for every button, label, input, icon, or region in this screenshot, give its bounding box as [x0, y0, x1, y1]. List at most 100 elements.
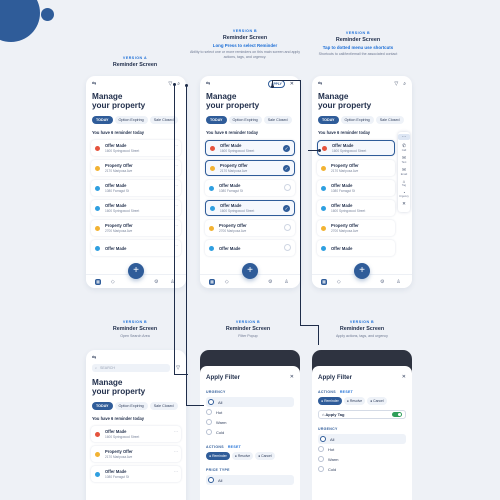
list-item[interactable]: Property Offer 2170 Mariposa Ave	[317, 160, 395, 177]
swap-icon[interactable]: ⇆	[318, 81, 322, 87]
close-icon[interactable]: ✕	[402, 375, 406, 380]
list-item[interactable]: Property Offer 2700 Mariposa Ave	[205, 220, 295, 237]
home-icon[interactable]: ▦	[209, 278, 215, 285]
check-icon[interactable]: ✓	[283, 165, 290, 173]
more-icon[interactable]: ⋯	[174, 429, 178, 434]
settings-icon[interactable]: ⚙	[152, 279, 161, 285]
tab-sale-closed[interactable]: Sale Closed	[263, 116, 292, 125]
swap-icon[interactable]: ⇆	[92, 81, 96, 87]
close-icon[interactable]: ✕	[290, 81, 294, 87]
list-item[interactable]: Offer Made 1080 Farragut St ⋯	[91, 180, 181, 197]
tag-icon[interactable]: ◇	[108, 279, 117, 285]
page-title: Manage your property	[318, 92, 372, 111]
checkbox-icon[interactable]	[284, 184, 291, 192]
list-item[interactable]: Offer Made 1600 Springwood Street ✓	[205, 200, 295, 217]
tab-option-expiring[interactable]: Option Expiring	[340, 116, 374, 125]
tab-today[interactable]: TODAY	[206, 116, 227, 125]
add-button[interactable]: +	[128, 263, 144, 279]
list-item[interactable]: Offer Made	[205, 240, 295, 257]
urgency-option-all[interactable]: All	[318, 434, 406, 444]
list-item[interactable]: Property Offer 2170 Mariposa Ave ⋯	[91, 446, 181, 463]
home-icon[interactable]: ▦	[95, 278, 101, 285]
list-item[interactable]: Property Offer 2700 Mariposa Ave	[317, 220, 395, 237]
tab-today[interactable]: TODAY	[92, 116, 113, 125]
urgency-option-cold[interactable]: Cold	[318, 464, 406, 474]
settings-icon[interactable]: ⚙	[378, 279, 387, 285]
shortcut-close[interactable]: ✕	[398, 201, 410, 207]
tab-sale-closed[interactable]: Sale Closed	[375, 116, 404, 125]
add-button[interactable]: +	[242, 263, 258, 279]
chip-resolve[interactable]: ● Resolve	[343, 397, 366, 405]
filter-icon[interactable]: ▽	[176, 365, 180, 371]
profile-icon[interactable]: ♙	[282, 279, 291, 285]
filter-icon[interactable]: ▽	[168, 81, 172, 87]
urgency-option-cold[interactable]: Cold	[206, 427, 294, 437]
profile-icon[interactable]: ♙	[394, 279, 403, 285]
chip-cancel[interactable]: ● Cancel	[255, 452, 275, 460]
list-item[interactable]: Offer Made 1600 Springwood Street ⋯	[91, 140, 181, 157]
filter-icon[interactable]: ▽	[394, 81, 398, 87]
list-item[interactable]: Offer Made 1600 Springwood Street ✓	[205, 140, 295, 157]
more-icon[interactable]: ⋯	[174, 449, 178, 454]
add-button[interactable]: +	[354, 263, 370, 279]
reset-link[interactable]: RESET	[340, 390, 353, 394]
urgency-option-hot[interactable]: Hot	[206, 407, 294, 417]
tab-today[interactable]: TODAY	[92, 402, 113, 411]
list-item[interactable]: Property Offer 2700 Mariposa Ave ⋯	[91, 220, 181, 237]
swap-icon[interactable]: ⇆	[206, 81, 210, 87]
shortcut-urgency[interactable]: ◔ Urgency	[398, 190, 410, 198]
shortcut-email[interactable]: ✉ Email	[398, 167, 410, 176]
more-icon[interactable]: ⋯	[174, 469, 178, 474]
list-item[interactable]: Offer Made 1600 Springwood Street ⋯	[91, 426, 181, 443]
list-item[interactable]: Offer Made 1600 Springwood Street	[317, 140, 395, 157]
list-item[interactable]: Offer Made ⋯	[91, 240, 181, 257]
checkbox-icon[interactable]	[284, 244, 291, 252]
check-icon[interactable]: ✓	[283, 205, 290, 213]
shortcut-call[interactable]: ✆ Call	[398, 143, 410, 152]
profile-icon[interactable]: ♙	[168, 279, 177, 285]
swap-icon[interactable]: ⇆	[92, 355, 96, 361]
list-item[interactable]: Offer Made 1600 Springwood Street ⋯	[91, 200, 181, 217]
chip-reminder[interactable]: ● Reminder	[206, 452, 230, 460]
shortcut-text[interactable]: ✉ Text	[398, 155, 410, 164]
settings-icon[interactable]: ⚙	[266, 279, 275, 285]
list-item[interactable]: Offer Made	[317, 240, 395, 257]
urgency-dot	[321, 185, 326, 191]
checkbox-icon[interactable]	[284, 224, 291, 232]
apply-tag-toggle[interactable]	[392, 412, 402, 417]
price-option-all[interactable]: All	[206, 475, 294, 485]
circle-icon: ●	[234, 454, 237, 458]
chip-resolve[interactable]: ● Resolve	[231, 452, 254, 460]
list-item[interactable]: Offer Made 1080 Farragut St	[205, 180, 295, 197]
tag-icon[interactable]: ◇	[334, 279, 343, 285]
home-icon[interactable]: ▦	[321, 278, 327, 285]
list-item[interactable]: Offer Made 1080 Farragut St	[317, 180, 395, 197]
list-item[interactable]: Offer Made 1080 Farragut St ⋯	[91, 466, 181, 483]
tab-option-expiring[interactable]: Option Expiring	[228, 116, 262, 125]
list-item[interactable]: Property Offer 2170 Mariposa Ave ✓	[205, 160, 295, 177]
tag-icon[interactable]: ◇	[222, 279, 231, 285]
tab-sale-closed[interactable]: Sale Closed	[149, 402, 178, 411]
check-icon[interactable]: ✓	[283, 145, 290, 153]
shortcut-more[interactable]: ⋯	[398, 134, 410, 140]
apply-tag-row[interactable]: ⌂ Apply Tag	[318, 410, 406, 419]
tab-option-expiring[interactable]: Option Expiring	[114, 116, 148, 125]
close-icon[interactable]: ✕	[290, 375, 294, 380]
urgency-option-all[interactable]: All	[206, 397, 294, 407]
flow-line	[174, 84, 175, 374]
urgency-option-warm[interactable]: Warm	[206, 417, 294, 427]
urgency-option-warm[interactable]: Warm	[318, 454, 406, 464]
search-input[interactable]: ⌕ SEARCH	[92, 364, 171, 372]
list-item[interactable]: Offer Made 1600 Springwood Street	[317, 200, 395, 217]
tab-today[interactable]: TODAY	[318, 116, 339, 125]
urgency-option-hot[interactable]: Hot	[318, 444, 406, 454]
chip-reminder[interactable]: ● Reminder	[318, 397, 342, 405]
chip-cancel[interactable]: ● Cancel	[367, 397, 387, 405]
list-item[interactable]: Property Offer 2170 Mariposa Ave ⋯	[91, 160, 181, 177]
caption-version-a: VERSION A Reminder Screen	[75, 56, 195, 68]
shortcut-tag[interactable]: ⌂ Tag	[398, 179, 410, 187]
search-icon[interactable]: ⌕	[403, 81, 406, 87]
tab-option-expiring[interactable]: Option Expiring	[114, 402, 148, 411]
reset-link[interactable]: RESET	[228, 445, 241, 449]
search-icon[interactable]: ⌕	[177, 81, 180, 87]
